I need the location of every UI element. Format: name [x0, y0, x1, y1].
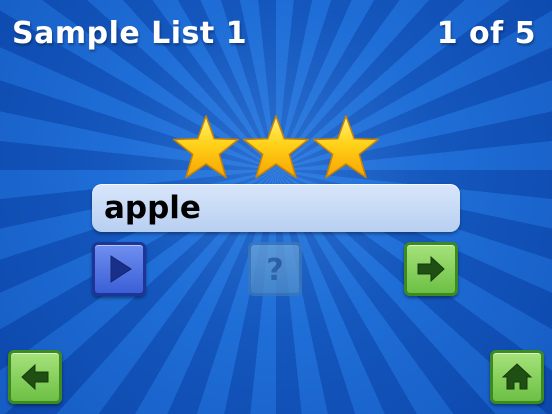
- arrow-left-icon: [21, 363, 49, 391]
- word-display: apple: [92, 184, 460, 232]
- star-filled-icon: [242, 115, 310, 179]
- star-filled-icon: [172, 115, 240, 179]
- star-rating: [168, 112, 384, 184]
- play-icon: [110, 255, 132, 283]
- star-filled-icon: [312, 115, 380, 179]
- progress-counter: 1 of 5: [436, 16, 536, 51]
- play-button[interactable]: [92, 242, 146, 296]
- home-button[interactable]: [490, 350, 544, 404]
- arrow-right-icon: [417, 255, 445, 283]
- word-text: apple: [104, 190, 201, 226]
- svg-text:?: ?: [266, 253, 283, 288]
- home-icon: [501, 363, 533, 390]
- help-button[interactable]: ?: [248, 242, 302, 296]
- next-button[interactable]: [404, 242, 458, 296]
- list-title: Sample List 1: [12, 16, 248, 51]
- question-mark-icon: ?: [266, 253, 283, 288]
- back-button[interactable]: [8, 350, 62, 404]
